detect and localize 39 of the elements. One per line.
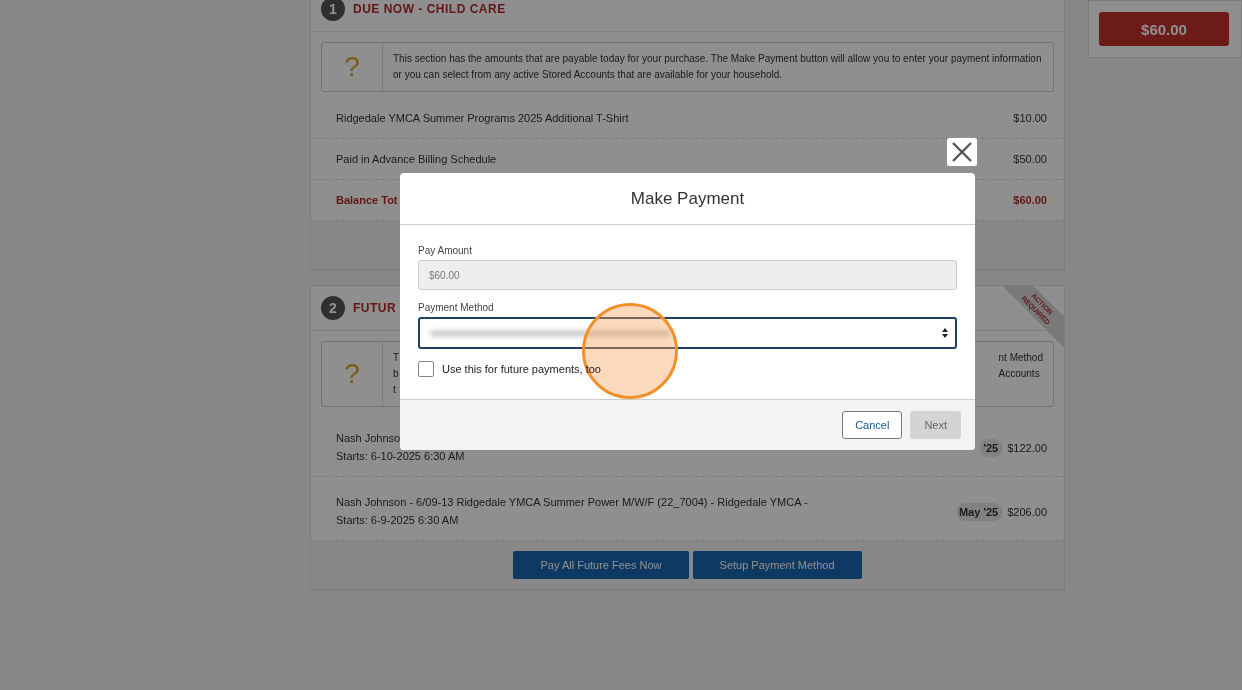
action-button[interactable]: Setup Payment Method (692, 551, 862, 579)
dialog-title: Make Payment (400, 173, 975, 225)
payment-method-select[interactable] (418, 317, 957, 349)
line-amount: $60.00 (1013, 194, 1047, 206)
field-label: Payment Method (418, 302, 495, 313)
action-button[interactable]: Pay All Future Fees Now (513, 551, 689, 579)
info-text: t (393, 383, 397, 397)
cancel-button[interactable]: Cancel (842, 411, 903, 439)
line-item: Paid in Advance Billing Schedule (336, 153, 497, 165)
line-item: Ridgedale YMCA Summer Programs 2025 Additional T-Shirt (336, 112, 629, 124)
section-title: FUTUR (353, 301, 397, 315)
fee-title: Nash Johnso (336, 431, 402, 446)
fee-start: Starts: 6-10-2025 6:30 AM (336, 449, 465, 464)
section-title: DUE NOW - CHILD CARE (353, 2, 506, 16)
month-badge: '25 (980, 438, 1004, 457)
info-text: nt Method (998, 351, 1043, 365)
step-number: 2 (321, 296, 345, 320)
line-amount: $10.00 (1013, 112, 1047, 124)
info-text: b (393, 367, 400, 381)
total-button[interactable]: $60.00 (1099, 12, 1229, 46)
close-button[interactable] (947, 138, 977, 166)
fee-title: Nash Johnson - 6/09-13 Ridgedale YMCA Summer Power M/W/F (22_7004) - Ridgedale YMCA - (336, 495, 808, 510)
field-label: Pay Amount (418, 245, 473, 256)
line-item: Balance Tot (336, 194, 398, 206)
select-arrows-icon (941, 327, 949, 339)
info-text: This section has the amounts that are payable today for your purchase. The Make Payment button will allow you to enter your payment information or you can select from any active Stored Accounts that are available for your household. (393, 52, 1043, 82)
pay-amount-field[interactable]: $60.00 (418, 260, 957, 290)
fee-amount: $122.00 (1007, 441, 1047, 454)
checkbox[interactable] (418, 361, 434, 377)
month-badge: May '25 (955, 502, 1004, 521)
fee-start: Starts: 6-9-2025 6:30 AM (336, 513, 460, 528)
question-icon: ? (344, 358, 360, 390)
close-icon (951, 141, 973, 163)
info-text: T (393, 351, 400, 365)
info-text: Accounts (998, 367, 1041, 381)
step-number: 1 (321, 0, 345, 21)
question-icon: ? (344, 51, 360, 83)
line-amount: $50.00 (1013, 153, 1047, 165)
fee-amount: $206.00 (1007, 505, 1047, 518)
